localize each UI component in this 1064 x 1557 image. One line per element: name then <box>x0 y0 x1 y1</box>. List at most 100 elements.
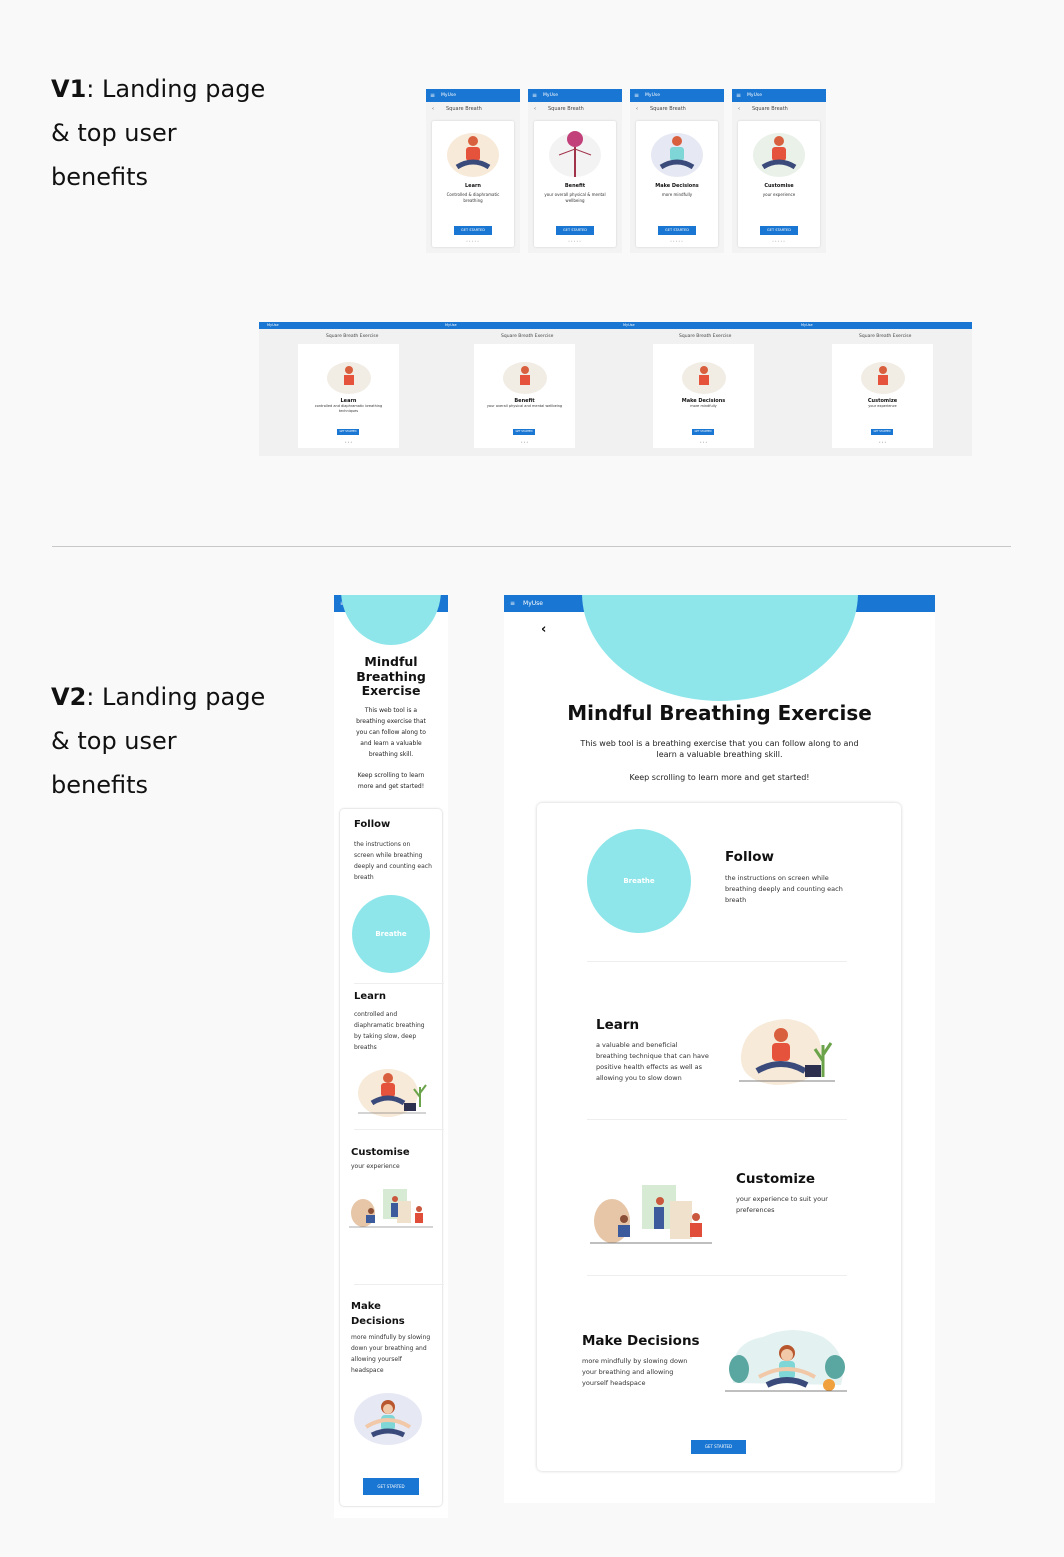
decisions-illustration <box>350 1389 426 1447</box>
benefit-illustration <box>443 127 503 179</box>
benefit-card: Make Decisions more mindfully GET STARTED •… <box>636 121 718 247</box>
section-title: Customise <box>351 1147 410 1158</box>
customise-illustration <box>349 1183 433 1235</box>
section-text: more mindfully by slowing down your brea… <box>351 1334 431 1374</box>
section-divider <box>52 546 1011 547</box>
card-title: Learn <box>465 183 481 189</box>
benefits-card: Breathe Follow the instructions on scree… <box>537 803 901 1471</box>
learn-illustration <box>735 1015 839 1091</box>
menu-icon[interactable]: ≡ <box>634 92 639 99</box>
section-title: Follow <box>354 819 391 830</box>
get-started-button[interactable]: GET STARTED <box>692 429 714 435</box>
page-dots[interactable]: • • • <box>474 440 575 444</box>
learn-illustration <box>354 1063 430 1119</box>
get-started-button[interactable]: GET STARTED <box>658 226 696 235</box>
breathe-circle[interactable]: Breathe <box>587 829 691 933</box>
card-text: controlled and diaphramatic breathing te… <box>314 404 383 413</box>
section-title: Follow <box>725 849 774 865</box>
app-bar: ≡MyUse <box>528 89 622 102</box>
section-text: a valuable and beneficial breathing tech… <box>596 1041 709 1082</box>
decisions-illustration <box>723 1323 853 1397</box>
v1-phone-screen: ≡ MyUse ‹ Square Breath Make Decisions more m… <box>630 89 724 253</box>
sub-header: ‹ Square Breath <box>738 105 788 112</box>
menu-icon[interactable]: ≡ <box>736 92 741 99</box>
section-title: Make Decisions <box>351 1301 405 1327</box>
v2-heading: V2: Landing page & top user benefits <box>51 683 266 799</box>
get-started-button[interactable]: GET STARTED <box>556 226 594 235</box>
v1-wide-card: Benefit your overall physical and mental … <box>474 344 575 448</box>
intro-text: This web tool is a breathing exercise th… <box>356 707 426 758</box>
back-chevron-icon[interactable]: ‹ <box>534 106 536 112</box>
page-dots[interactable]: ••••• <box>738 239 820 243</box>
section-text: the instructions on screen while breathi… <box>725 874 843 904</box>
page-dots[interactable]: ••••• <box>432 239 514 243</box>
section-title: Learn <box>354 991 386 1002</box>
section-text: the instructions on screen while breathi… <box>354 841 432 881</box>
back-chevron-icon[interactable]: ‹ <box>541 622 546 637</box>
card-text: your experience <box>868 404 897 408</box>
sub-header: ‹ Square Breath <box>534 105 584 112</box>
back-chevron-icon[interactable]: ‹ <box>738 106 740 112</box>
app-bar: ≡MyUse <box>630 89 724 102</box>
page-title: Mindful Breathing Exercise <box>356 654 426 698</box>
menu-icon[interactable]: ≡ <box>510 600 515 607</box>
get-started-button[interactable]: GET STARTED <box>513 429 535 435</box>
benefit-illustration <box>832 344 933 398</box>
menu-icon[interactable]: ≡ <box>532 92 537 99</box>
page-dots[interactable]: • • • <box>653 440 754 444</box>
v1-heading: V1: Landing page & top user benefits <box>51 75 266 191</box>
benefit-card: Learn Controlled & diaphramatic breathing… <box>432 121 514 247</box>
v2-mobile-screen: ≡MyUse MindfulBreathingExercise This web… <box>334 595 448 1518</box>
get-started-button[interactable]: GET STARTED <box>454 226 492 235</box>
get-started-button[interactable]: GET STARTED <box>337 429 359 435</box>
section-title: Customize <box>736 1171 815 1187</box>
benefit-illustration <box>647 127 707 179</box>
app-bar: ≡MyUse <box>732 89 826 102</box>
benefit-card: Customise your experience GET STARTED ••••• <box>738 121 820 247</box>
v1-wide-card: Learn controlled and diaphramatic breathi… <box>298 344 399 448</box>
hero-circle <box>582 595 858 701</box>
sub-header: ‹ Square Breath <box>432 105 482 112</box>
card-text: Controlled & diaphramatic breathing <box>446 192 500 203</box>
benefit-illustration <box>474 344 575 398</box>
get-started-button[interactable]: GET STARTED <box>760 226 798 235</box>
page-dots[interactable]: ••••• <box>636 239 718 243</box>
section-text: your experience <box>351 1163 400 1170</box>
v1-wide-strip: MyUse MyUse MyUse MyUse Square Breath Ex… <box>259 322 972 456</box>
benefit-card: Benefit your overall physical & mental we… <box>534 121 616 247</box>
v1-phone-screen: ≡ MyUse ‹ Square Breath Learn Controlled & di… <box>426 89 520 253</box>
page-dots[interactable]: • • • <box>298 440 399 444</box>
get-started-button[interactable]: GET STARTED <box>363 1478 419 1495</box>
section-title: Make Decisions <box>582 1333 700 1349</box>
page-dots[interactable]: ••••• <box>534 239 616 243</box>
benefits-card: Follow the instructions on screen while … <box>340 809 444 1506</box>
section-text: controlled and diaphramatic breathing by… <box>354 1011 425 1051</box>
benefit-illustration <box>749 127 809 179</box>
menu-icon[interactable]: ≡ <box>430 92 435 99</box>
section-title: Learn <box>596 1017 640 1033</box>
benefit-illustration <box>653 344 754 398</box>
app-bar: ≡MyUse <box>426 89 520 102</box>
v1-wide-card: Make Decisions more mindfully GET STARTED •… <box>653 344 754 448</box>
get-started-button[interactable]: GET STARTED <box>871 429 893 435</box>
section-text: your experience to suit your preferences <box>736 1195 828 1214</box>
v1-wide-card: Customize your experience GET STARTED • • • <box>832 344 933 448</box>
breathe-circle[interactable]: Breathe <box>352 895 430 973</box>
sub-header: ‹ Square Breath <box>636 105 686 112</box>
card-text: more mindfully <box>690 404 717 408</box>
card-text: more mindfully <box>661 192 693 197</box>
card-text: your experience <box>762 192 796 197</box>
intro-text: This web tool is a breathing exercise th… <box>580 739 859 759</box>
benefit-illustration <box>545 127 605 179</box>
customise-illustration <box>590 1179 712 1253</box>
card-text: your overall physical & mental wellbeing <box>544 192 606 203</box>
card-title: Benefit <box>564 183 586 189</box>
back-chevron-icon[interactable]: ‹ <box>432 106 434 112</box>
get-started-button[interactable]: GET STARTED <box>691 1440 746 1454</box>
v1-phone-screen: ≡ MyUse ‹ Square Breath Customise your experi… <box>732 89 826 253</box>
keep-scrolling-text: Keep scrolling to learn more and get sta… <box>629 773 810 782</box>
back-chevron-icon[interactable]: ‹ <box>636 106 638 112</box>
page-dots[interactable]: • • • <box>832 440 933 444</box>
page-title: Mindful Breathing Exercise <box>567 701 872 725</box>
section-text: more mindfully by slowing down your brea… <box>582 1357 688 1387</box>
